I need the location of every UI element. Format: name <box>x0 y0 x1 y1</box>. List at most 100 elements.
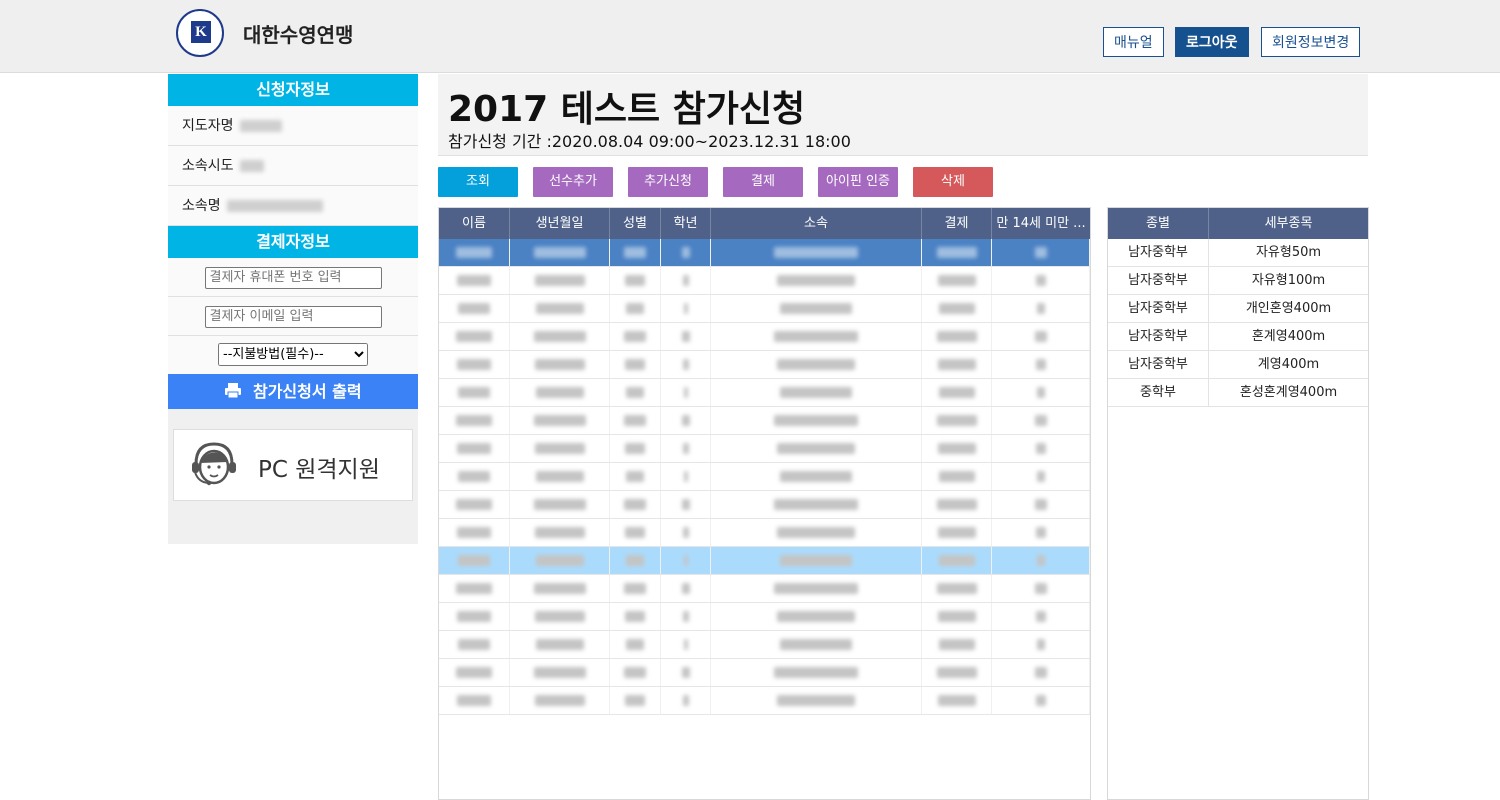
logout-button[interactable]: 로그아웃 <box>1175 27 1249 57</box>
extra-apply-button[interactable]: 추가신청 <box>628 167 708 197</box>
redacted-value <box>682 527 689 538</box>
player-row[interactable] <box>439 323 1090 351</box>
cell-name <box>439 267 510 294</box>
redacted-value <box>1036 303 1045 314</box>
col-division[interactable]: 종별 <box>1108 208 1209 239</box>
cell-gender <box>610 351 661 378</box>
cell-payment <box>922 351 992 378</box>
cell-gender <box>610 295 661 322</box>
redacted-value <box>457 527 491 538</box>
cell-name <box>439 379 510 406</box>
cell-affiliation <box>711 491 922 518</box>
add-player-button[interactable]: 선수추가 <box>533 167 613 197</box>
redacted-value <box>1035 443 1046 454</box>
cell-payment <box>922 463 992 490</box>
redacted-value <box>682 359 689 370</box>
cell-birthdate <box>510 463 610 490</box>
federation-logo[interactable]: K <box>176 9 224 57</box>
player-row[interactable] <box>439 463 1090 491</box>
redacted-value <box>625 443 645 454</box>
redacted-value <box>1034 415 1047 426</box>
redacted-value <box>774 331 858 342</box>
printer-icon <box>224 382 253 401</box>
player-row[interactable] <box>439 267 1090 295</box>
redacted-value <box>625 611 645 622</box>
delete-button[interactable]: 삭제 <box>913 167 993 197</box>
player-row[interactable] <box>439 547 1090 575</box>
player-row[interactable] <box>439 491 1090 519</box>
player-row[interactable] <box>439 295 1090 323</box>
player-row[interactable] <box>439 351 1090 379</box>
player-row[interactable] <box>439 407 1090 435</box>
cell-payment <box>922 687 992 714</box>
cell-under14 <box>992 631 1090 658</box>
player-row[interactable] <box>439 575 1090 603</box>
player-row[interactable] <box>439 519 1090 547</box>
redacted-value <box>1034 667 1047 678</box>
redacted-value <box>938 303 975 314</box>
manual-button[interactable]: 매뉴얼 <box>1103 27 1164 57</box>
redacted-value <box>624 583 646 594</box>
player-row[interactable] <box>439 659 1090 687</box>
payer-email-input[interactable] <box>204 305 382 328</box>
player-row[interactable] <box>439 687 1090 715</box>
col-under14[interactable]: 만 14세 미만 ... <box>992 208 1090 239</box>
cell-grade <box>661 351 711 378</box>
player-row[interactable] <box>439 239 1090 267</box>
col-event[interactable]: 세부종목 <box>1209 208 1368 239</box>
player-row[interactable] <box>439 631 1090 659</box>
event-row[interactable]: 남자중학부 자유형100m <box>1108 267 1368 295</box>
col-grade[interactable]: 학년 <box>661 208 711 239</box>
ipin-auth-button[interactable]: 아이핀 인증 <box>818 167 898 197</box>
redacted-value <box>456 415 492 426</box>
player-table: 이름 생년월일 성별 학년 소속 결제 만 14세 미만 ... <box>438 207 1091 800</box>
payer-phone-input[interactable] <box>204 266 382 289</box>
cell-birthdate <box>510 295 610 322</box>
col-payment[interactable]: 결제 <box>922 208 992 239</box>
payment-method-select[interactable]: --지불방법(필수)-- <box>218 343 368 366</box>
logo-letter: K <box>195 24 207 40</box>
event-row[interactable]: 남자중학부 자유형50m <box>1108 239 1368 267</box>
col-name[interactable]: 이름 <box>439 208 510 239</box>
redacted-value <box>780 471 852 482</box>
cell-birthdate <box>510 379 610 406</box>
edit-member-button[interactable]: 회원정보변경 <box>1261 27 1361 57</box>
event-name: 개인혼영400m <box>1245 301 1332 316</box>
cell-payment <box>922 519 992 546</box>
redacted-value <box>777 275 855 286</box>
redacted-value <box>226 200 323 212</box>
col-birthdate[interactable]: 생년월일 <box>510 208 610 239</box>
logo-emblem: K <box>191 21 211 43</box>
redacted-value <box>936 667 977 678</box>
cell-birthdate <box>510 687 610 714</box>
sidebar: 신청자정보 지도자명 소속시도 소속명 결제자정보 --지불방법(필수)-- 참… <box>168 74 418 544</box>
payment-button[interactable]: 결제 <box>723 167 803 197</box>
event-row[interactable]: 중학부 혼성혼계영400m <box>1108 379 1368 407</box>
cell-name <box>439 463 510 490</box>
player-row[interactable] <box>439 435 1090 463</box>
redacted-value <box>457 695 491 706</box>
event-row[interactable]: 남자중학부 계영400m <box>1108 351 1368 379</box>
cell-affiliation <box>711 323 922 350</box>
print-application-button[interactable]: 참가신청서 출력 <box>168 374 418 409</box>
event-row[interactable]: 남자중학부 혼계영400m <box>1108 323 1368 351</box>
redacted-value <box>533 583 586 594</box>
application-period: 참가신청 기간 :2020.08.04 09:00~2023.12.31 18:… <box>448 132 851 151</box>
cell-gender <box>610 379 661 406</box>
cell-name <box>439 547 510 574</box>
search-button[interactable]: 조회 <box>438 167 518 197</box>
player-row[interactable] <box>439 603 1090 631</box>
col-gender[interactable]: 성별 <box>610 208 661 239</box>
cell-payment <box>922 407 992 434</box>
cell-affiliation <box>711 435 922 462</box>
cell-name <box>439 687 510 714</box>
cell-under14 <box>992 547 1090 574</box>
redacted-value <box>456 331 492 342</box>
col-affiliation[interactable]: 소속 <box>711 208 922 239</box>
event-row[interactable]: 남자중학부 개인혼영400m <box>1108 295 1368 323</box>
pc-remote-support-banner[interactable]: PC 원격지원 <box>173 429 413 501</box>
payment-method-row: --지불방법(필수)-- <box>168 336 418 374</box>
cell-under14 <box>992 323 1090 350</box>
cell-under14 <box>992 239 1090 266</box>
player-row[interactable] <box>439 379 1090 407</box>
